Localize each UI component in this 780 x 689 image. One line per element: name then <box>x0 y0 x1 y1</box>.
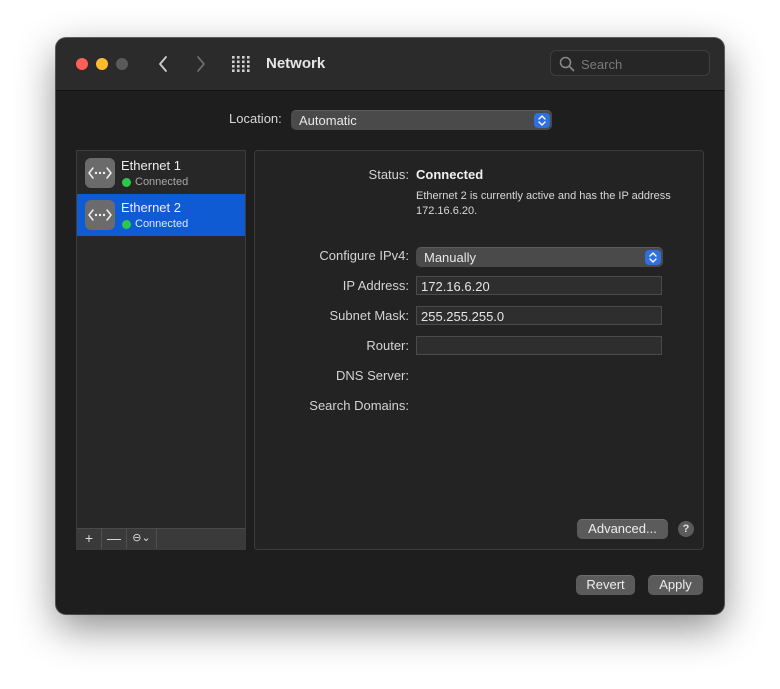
chevron-left-icon <box>159 56 167 72</box>
service-status: Connected <box>135 176 189 188</box>
service-item-ethernet-1[interactable]: Ethernet 1 Connected <box>77 152 245 194</box>
status-description: Ethernet 2 is currently active and has t… <box>416 190 671 217</box>
add-service-button[interactable]: + <box>77 529 102 549</box>
status-dot-icon <box>122 220 131 229</box>
search-icon <box>559 56 575 72</box>
subnet-mask-label: Subnet Mask: <box>329 308 410 323</box>
grid-icon <box>232 56 250 72</box>
subnet-mask-value: 255.255.255.0 <box>421 309 505 324</box>
ip-address-label: IP Address: <box>342 278 409 293</box>
service-name: Ethernet 1 <box>121 158 181 173</box>
network-preferences-window: Network Search Location: Automatic Ether… <box>56 38 724 614</box>
router-field[interactable] <box>416 336 662 355</box>
status-label: Status: <box>368 167 409 182</box>
configure-ipv4-value: Manually <box>424 250 477 265</box>
subnet-mask-field[interactable]: 255.255.255.0 <box>416 306 662 325</box>
dns-server-label: DNS Server: <box>336 368 409 383</box>
search-field[interactable]: Search <box>550 50 710 76</box>
advanced-button[interactable]: Advanced... <box>577 519 668 539</box>
service-status: Connected <box>135 218 189 230</box>
show-all-button[interactable] <box>232 56 250 72</box>
status-value: Connected <box>416 167 484 182</box>
search-placeholder: Search <box>581 57 623 72</box>
help-button[interactable]: ? <box>678 521 694 537</box>
service-list-toolbar: + — ⊖⌄ <box>77 528 245 549</box>
chevron-right-icon <box>197 56 205 72</box>
revert-button[interactable]: Revert <box>576 575 635 595</box>
apply-button[interactable]: Apply <box>648 575 703 595</box>
location-select[interactable]: Automatic <box>291 110 552 130</box>
location-label: Location: <box>229 111 282 126</box>
configure-ipv4-select[interactable]: Manually <box>416 247 663 267</box>
status-dot-icon <box>122 178 131 187</box>
window-title: Network <box>266 55 326 72</box>
service-item-ethernet-2[interactable]: Ethernet 2 Connected <box>77 194 245 236</box>
updown-chevron-icon <box>645 250 661 265</box>
ethernet-icon <box>85 200 115 230</box>
action-menu-button[interactable]: ⊖⌄ <box>127 529 157 549</box>
ip-address-field[interactable]: 172.16.6.20 <box>416 276 662 295</box>
router-label: Router: <box>366 338 409 353</box>
close-button[interactable] <box>76 58 88 70</box>
ethernet-icon <box>85 158 115 188</box>
zoom-button[interactable] <box>116 58 128 70</box>
updown-chevron-icon <box>534 113 550 128</box>
configure-ipv4-label: Configure IPv4: <box>319 248 409 263</box>
location-value: Automatic <box>299 113 357 128</box>
service-detail-panel: Status: Connected Ethernet 2 is currentl… <box>254 150 704 550</box>
ip-address-value: 172.16.6.20 <box>421 279 490 294</box>
titlebar: Network Search <box>56 38 724 91</box>
service-name: Ethernet 2 <box>121 200 181 215</box>
remove-service-button[interactable]: — <box>102 529 127 549</box>
minimize-button[interactable] <box>96 58 108 70</box>
forward-button[interactable] <box>189 53 211 75</box>
service-list: Ethernet 1 Connected Ethernet 2 Connecte… <box>76 150 246 550</box>
search-domains-label: Search Domains: <box>309 398 409 413</box>
back-button[interactable] <box>153 53 175 75</box>
